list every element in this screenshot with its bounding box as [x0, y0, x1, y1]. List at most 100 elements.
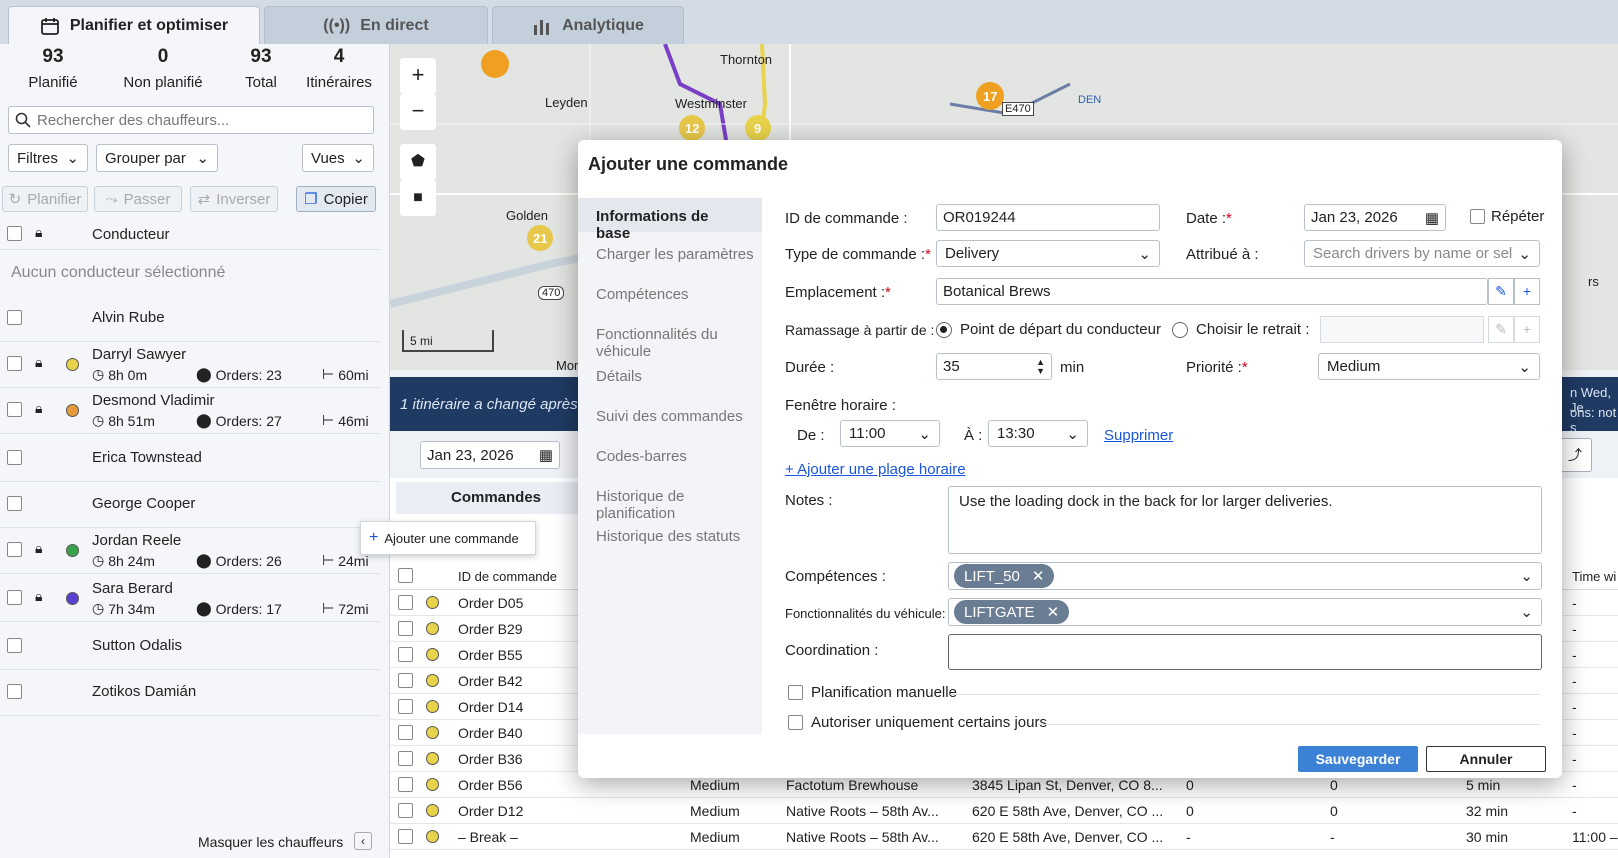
repeat-checkbox[interactable] [1470, 209, 1485, 224]
repeat-option[interactable]: Répéter [1470, 208, 1544, 225]
manual-planning-option[interactable]: Planification manuelle [788, 684, 957, 701]
priority-select[interactable]: Medium ⌄ [1318, 353, 1540, 380]
nav-skills[interactable]: Compétences [596, 286, 689, 303]
to-time-select[interactable]: 13:30 ⌄ [988, 420, 1088, 447]
driver-checkbox[interactable] [7, 402, 22, 417]
lock-icon[interactable]: 🔒︎ [35, 400, 42, 417]
zoom-in-button[interactable]: + [400, 58, 436, 94]
orders-tab[interactable]: Commandes [396, 482, 596, 514]
row-checkbox[interactable] [398, 725, 413, 740]
nav-basic-info[interactable]: Informations de base [578, 198, 762, 242]
driver-checkbox[interactable] [7, 638, 22, 653]
map-marker[interactable]: 17 [983, 89, 997, 104]
nav-load-params[interactable]: Charger les paramètres [596, 246, 754, 263]
tab-live[interactable]: ((•)) En direct [264, 6, 488, 44]
col-time-window[interactable]: Time wi [1572, 569, 1616, 584]
zoom-out-button[interactable]: − [400, 94, 436, 130]
row-checkbox[interactable] [398, 803, 413, 818]
close-icon[interactable]: ✕ [1032, 567, 1045, 585]
date-picker[interactable]: Jan 23, 2026 ▦ [420, 441, 560, 469]
delete-time-window-link[interactable]: Supprimer [1104, 427, 1173, 444]
order-id-input[interactable]: OR019244 [936, 204, 1160, 231]
radio-selected-icon[interactable] [936, 321, 952, 338]
add-time-window-link[interactable]: + Ajouter une plage horaire [785, 461, 966, 478]
views-dropdown[interactable]: Vues ⌄ [302, 144, 374, 172]
row-checkbox[interactable] [398, 647, 413, 662]
map-marker[interactable]: 12 [685, 121, 699, 136]
tab-analytics[interactable]: Analytique [492, 6, 684, 44]
notes-textarea[interactable]: Use the loading dock in the back for lor… [948, 486, 1542, 554]
polygon-icon[interactable]: ⬟ [400, 144, 436, 180]
nav-details[interactable]: Détails [596, 368, 642, 385]
plan-button[interactable]: ↻ Planifier [2, 186, 88, 212]
driver-row[interactable]: Zotikos Damián [0, 670, 380, 716]
allowed-days-checkbox[interactable] [788, 715, 803, 730]
row-checkbox[interactable] [398, 595, 413, 610]
table-row[interactable]: – Break – Medium Native Roots – 58th Av...… [390, 824, 1618, 850]
nav-barcodes[interactable]: Codes-barres [596, 448, 687, 465]
row-checkbox[interactable] [398, 751, 413, 766]
nav-status-history[interactable]: Historique des statuts [596, 528, 740, 545]
coordination-input[interactable] [948, 634, 1542, 670]
driver-checkbox[interactable] [7, 496, 22, 511]
copy-button[interactable]: ❐ Copier [296, 186, 376, 212]
driver-row[interactable]: 🔒︎ Sara Berard ◷ 7h 34m ⬤ Orders: 17 ⊢ 72mi [0, 576, 380, 622]
manual-planning-checkbox[interactable] [788, 685, 803, 700]
from-time-select[interactable]: 11:00 ⌄ [840, 420, 940, 447]
cancel-button[interactable]: Annuler [1426, 746, 1546, 772]
driver-checkbox[interactable] [7, 542, 22, 557]
add-order-tooltip[interactable]: + Ajouter une commande [360, 521, 536, 555]
driver-checkbox[interactable] [7, 310, 22, 325]
rectangle-icon[interactable]: ■ [400, 180, 436, 216]
map-marker[interactable]: 9 [754, 121, 761, 136]
group-by-dropdown[interactable]: Grouper par ⌄ [96, 144, 218, 172]
driver-row[interactable]: Sutton Odalis [0, 624, 380, 670]
save-button[interactable]: Sauvegarder [1298, 746, 1418, 772]
driver-checkbox[interactable] [7, 590, 22, 605]
driver-checkbox[interactable] [7, 684, 22, 699]
table-row[interactable]: Order D12 Medium Native Roots – 58th Av...… [390, 798, 1618, 824]
driver-row[interactable]: 🔒︎ Darryl Sawyer ◷ 8h 0m ⬤ Orders: 23 ⊢ 60mi [0, 342, 380, 388]
pickup-driver-start-option[interactable]: Point de départ du conducteur [936, 321, 1161, 338]
filters-dropdown[interactable]: Filtres ⌄ [8, 144, 88, 172]
allowed-days-option[interactable]: Autoriser uniquement certains jours [788, 714, 1047, 731]
location-input[interactable]: Botanical Brews [936, 278, 1488, 305]
row-checkbox[interactable] [398, 777, 413, 792]
row-checkbox[interactable] [398, 699, 413, 714]
pickup-choose-option[interactable]: Choisir le retrait : [1172, 321, 1309, 338]
close-icon[interactable]: ✕ [1047, 603, 1060, 621]
select-all-checkbox[interactable] [7, 226, 22, 241]
grid-select-all[interactable] [398, 568, 413, 583]
driver-row[interactable]: 🔒︎ Jordan Reele ◷ 8h 24m ⬤ Orders: 26 ⊢ 24mi [0, 528, 380, 574]
driver-checkbox[interactable] [7, 450, 22, 465]
lock-icon[interactable]: 🔒︎ [35, 588, 42, 605]
row-checkbox[interactable] [398, 829, 413, 844]
route-icon[interactable]: ⤴ [1558, 438, 1592, 472]
collapse-icon[interactable]: ‹ [354, 832, 372, 850]
nav-vehicle-features[interactable]: Fonctionnalités du véhicule [596, 326, 762, 360]
driver-checkbox[interactable] [7, 356, 22, 371]
radio-icon[interactable] [1172, 321, 1188, 338]
driver-row[interactable]: 🔒︎ Desmond Vladimir ◷ 8h 51m ⬤ Orders: 27 ⊢ 46m… [0, 388, 380, 434]
map-marker[interactable]: 21 [533, 231, 547, 246]
order-date-input[interactable]: Jan 23, 2026 ▦ [1304, 204, 1446, 231]
nav-planning-history[interactable]: Historique de planification [596, 488, 762, 522]
stepper-arrows-icon[interactable]: ▲ ▼ [1036, 357, 1045, 376]
order-type-select[interactable]: Delivery ⌄ [936, 240, 1160, 267]
edit-icon[interactable]: ✎ [1488, 278, 1514, 305]
add-icon[interactable]: + [1514, 278, 1540, 305]
row-checkbox[interactable] [398, 673, 413, 688]
duration-stepper[interactable]: 35 ▲ ▼ [936, 353, 1052, 380]
col-order-id[interactable]: ID de commande [458, 569, 557, 584]
driver-row[interactable]: Erica Townstead [0, 436, 380, 482]
assigned-driver-select[interactable]: Search drivers by name or sel ⌄ [1304, 240, 1540, 267]
lock-icon[interactable]: 🔒︎ [35, 354, 42, 371]
pass-button[interactable]: ⤳ Passer [94, 186, 182, 212]
driver-search-input[interactable]: Rechercher des chauffeurs... [8, 106, 374, 134]
lock-icon[interactable]: 🔒︎ [35, 540, 42, 557]
driver-row[interactable]: George Cooper [0, 482, 380, 528]
hide-drivers-link[interactable]: Masquer les chauffeurs [198, 834, 343, 850]
nav-order-tracking[interactable]: Suivi des commandes [596, 408, 743, 425]
row-checkbox[interactable] [398, 621, 413, 636]
tab-plan[interactable]: Planifier et optimiser [8, 6, 260, 44]
